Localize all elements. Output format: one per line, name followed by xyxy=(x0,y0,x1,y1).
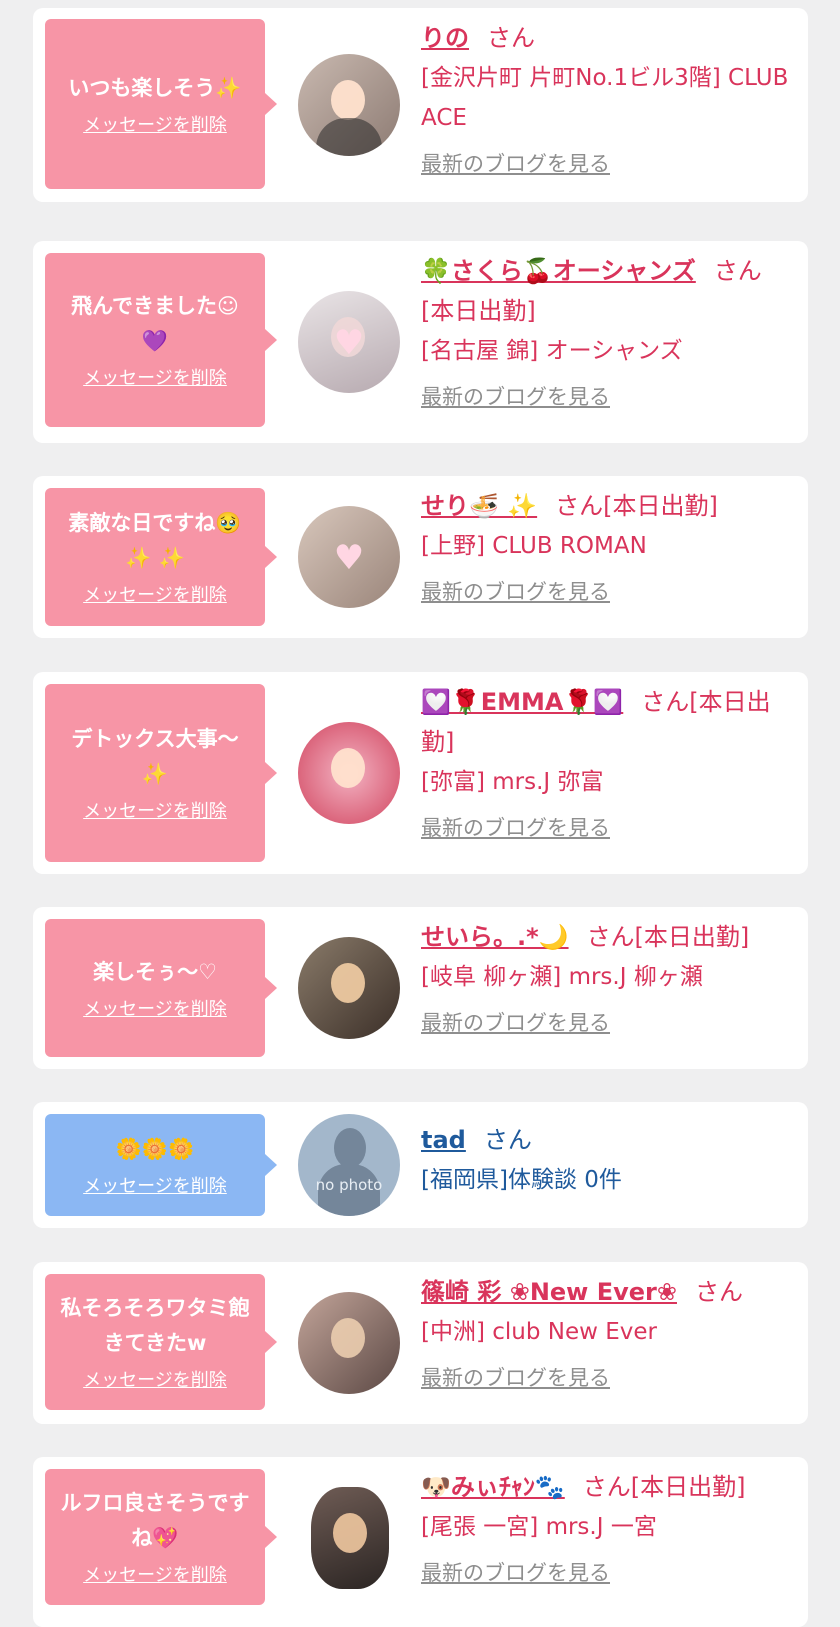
latest-blog-link[interactable]: 最新のブログを見る xyxy=(421,1009,610,1037)
avatar[interactable] xyxy=(298,722,400,824)
delete-message-link[interactable]: メッセージを削除 xyxy=(83,800,227,824)
name-line: tad さん xyxy=(421,1120,791,1160)
heart-sticker-icon: ♥ xyxy=(333,538,365,578)
latest-blog-link[interactable]: 最新のブログを見る xyxy=(421,578,610,606)
message-bubble: 飛んできました☺ 💜 メッセージを削除 xyxy=(45,253,277,427)
avatar[interactable]: ♥ xyxy=(298,291,400,393)
message-text: 楽しそぅ〜♡ xyxy=(93,959,217,984)
latest-blog-link[interactable]: 最新のブログを見る xyxy=(421,814,610,842)
user-name-link[interactable]: 💟🌹EMMA🌹💟 xyxy=(421,688,623,716)
message-bubble: 楽しそぅ〜♡ メッセージを削除 xyxy=(45,919,277,1057)
shop-info: [名古屋 錦] オーシャンズ xyxy=(421,338,683,364)
message-text: ルフロ良さそうですね💖 xyxy=(60,1491,250,1550)
name-suffix: さん xyxy=(487,24,535,52)
user-name-link[interactable]: tad xyxy=(421,1126,466,1154)
message-card: 私そろそろワタミ飽きてきたw メッセージを削除 篠崎 彩 ❀New Ever❀ さ… xyxy=(33,1262,808,1424)
avatar[interactable] xyxy=(311,1487,389,1589)
shop-info: [弥富] mrs.J 弥富 xyxy=(421,769,604,795)
message-bubble: 🌼🌼🌼 メッセージを削除 xyxy=(45,1114,277,1216)
user-info: 篠崎 彩 ❀New Ever❀ さん [中洲] club New Ever 最新の… xyxy=(421,1272,791,1392)
name-line: せいら。.*🌙 さん[本日出勤] xyxy=(421,917,791,957)
message-card: デトックス大事〜 ✨ メッセージを削除 💟🌹EMMA🌹💟 さん[本日出勤] [弥富… xyxy=(33,672,808,874)
name-suffix: さん[本日出勤] xyxy=(586,923,750,951)
name-suffix: さん xyxy=(694,1278,743,1306)
user-info: 🍀さくら🍒オーシャンズ さん[本日出勤] [名古屋 錦] オーシャンズ 最新のブロ… xyxy=(421,251,791,411)
user-name-link[interactable]: せいら。.*🌙 xyxy=(421,923,569,951)
message-card: 素敵な日ですね🥹 ✨ ✨ メッセージを削除 ♥ せり🍜 ✨ さん[本日出勤] [上… xyxy=(33,476,808,638)
user-name-link[interactable]: 🐶みぃﾁｬﾝ🐾 xyxy=(421,1473,565,1501)
shop-info: [金沢片町 片町No.1ビル3階] CLUB ACE xyxy=(421,65,789,131)
message-bubble: ルフロ良さそうですね💖 メッセージを削除 xyxy=(45,1469,277,1605)
name-line: 🐶みぃﾁｬﾝ🐾 さん[本日出勤] xyxy=(421,1467,791,1507)
avatar-face xyxy=(331,80,365,120)
latest-blog-link[interactable]: 最新のブログを見る xyxy=(421,150,610,178)
delete-message-link[interactable]: メッセージを削除 xyxy=(83,1564,227,1588)
message-bubble: 私そろそろワタミ飽きてきたw メッセージを削除 xyxy=(45,1274,277,1410)
shop-info: [尾張 一宮] mrs.J 一宮 xyxy=(421,1514,657,1540)
delete-message-link[interactable]: メッセージを削除 xyxy=(83,1175,227,1199)
delete-message-link[interactable]: メッセージを削除 xyxy=(83,1369,227,1393)
avatar-body xyxy=(316,118,382,156)
user-info: りの さん [金沢片町 片町No.1ビル3階] CLUB ACE 最新のブログを見… xyxy=(421,18,791,178)
no-photo-avatar[interactable]: no photo xyxy=(298,1114,400,1216)
name-suffix: さん[本日出勤] xyxy=(582,1473,746,1501)
avatar[interactable] xyxy=(298,1292,400,1394)
user-name-link[interactable]: 篠崎 彩 ❀New Ever❀ xyxy=(421,1278,677,1306)
message-text: デトックス大事〜 ✨ xyxy=(71,727,239,786)
message-card: ルフロ良さそうですね💖 メッセージを削除 🐶みぃﾁｬﾝ🐾 さん[本日出勤] [尾張… xyxy=(33,1457,808,1627)
avatar[interactable]: ♥ xyxy=(298,506,400,608)
name-line: 🍀さくら🍒オーシャンズ さん[本日出勤] xyxy=(421,251,791,331)
latest-blog-link[interactable]: 最新のブログを見る xyxy=(421,383,610,411)
avatar-face xyxy=(331,748,365,788)
name-line: りの さん xyxy=(421,18,791,58)
message-text: 飛んできました☺ 💜 xyxy=(71,294,239,353)
name-suffix: さん[本日出勤] xyxy=(555,492,718,520)
name-line: 💟🌹EMMA🌹💟 さん[本日出勤] xyxy=(421,682,791,762)
message-text: 素敵な日ですね🥹 ✨ ✨ xyxy=(68,511,242,570)
message-card: 飛んできました☺ 💜 メッセージを削除 ♥ 🍀さくら🍒オーシャンズ さん[本日出勤… xyxy=(33,241,808,443)
message-bubble: デトックス大事〜 ✨ メッセージを削除 xyxy=(45,684,277,862)
shop-info: [中洲] club New Ever xyxy=(421,1319,658,1345)
delete-message-link[interactable]: メッセージを削除 xyxy=(83,584,227,608)
avatar-face xyxy=(333,1513,367,1553)
user-name-link[interactable]: 🍀さくら🍒オーシャンズ xyxy=(421,257,696,285)
user-info: 💟🌹EMMA🌹💟 さん[本日出勤] [弥富] mrs.J 弥富 最新のブログを見る xyxy=(421,682,791,842)
user-info: せいら。.*🌙 さん[本日出勤] [岐阜 柳ヶ瀬] mrs.J 柳ヶ瀬 最新のブロ… xyxy=(421,917,791,1037)
user-info: 🐶みぃﾁｬﾝ🐾 さん[本日出勤] [尾張 一宮] mrs.J 一宮 最新のブログを… xyxy=(421,1467,791,1587)
message-card: 楽しそぅ〜♡ メッセージを削除 せいら。.*🌙 さん[本日出勤] [岐阜 柳ヶ瀬]… xyxy=(33,907,808,1069)
avatar[interactable] xyxy=(298,937,400,1039)
latest-blog-link[interactable]: 最新のブログを見る xyxy=(421,1559,610,1587)
user-info: tad さん [福岡県]体験談 0件 xyxy=(421,1120,791,1200)
delete-message-link[interactable]: メッセージを削除 xyxy=(83,114,227,138)
no-photo-label: no photo xyxy=(315,1176,383,1194)
name-line: せり🍜 ✨ さん[本日出勤] xyxy=(421,486,791,526)
avatar-face xyxy=(331,1318,365,1358)
message-card: いつも楽しそう✨ メッセージを削除 りの さん [金沢片町 片町No.1ビル3階]… xyxy=(33,8,808,202)
latest-blog-link[interactable]: 最新のブログを見る xyxy=(421,1364,610,1392)
delete-message-link[interactable]: メッセージを削除 xyxy=(83,367,227,391)
message-card: 🌼🌼🌼 メッセージを削除 no photo tad さん [福岡県]体験談 0件 xyxy=(33,1102,808,1228)
delete-message-link[interactable]: メッセージを削除 xyxy=(83,998,227,1022)
shop-info: [上野] CLUB ROMAN xyxy=(421,533,647,559)
shop-info: [福岡県]体験談 0件 xyxy=(421,1167,622,1193)
message-text: 🌼🌼🌼 xyxy=(115,1136,195,1161)
heart-sticker-icon: ♥ xyxy=(333,323,365,363)
message-bubble: いつも楽しそう✨ メッセージを削除 xyxy=(45,19,277,189)
message-text: いつも楽しそう✨ xyxy=(68,75,242,100)
user-info: せり🍜 ✨ さん[本日出勤] [上野] CLUB ROMAN 最新のブログを見る xyxy=(421,486,791,606)
user-name-link[interactable]: りの xyxy=(421,24,469,52)
silhouette-head xyxy=(334,1128,366,1168)
message-text: 私そろそろワタミ飽きてきたw xyxy=(60,1296,250,1355)
name-suffix: さん xyxy=(483,1126,532,1154)
avatar[interactable] xyxy=(298,54,400,156)
message-bubble: 素敵な日ですね🥹 ✨ ✨ メッセージを削除 xyxy=(45,488,277,626)
name-line: 篠崎 彩 ❀New Ever❀ さん xyxy=(421,1272,791,1312)
user-name-link[interactable]: せり🍜 ✨ xyxy=(421,492,537,520)
shop-info: [岐阜 柳ヶ瀬] mrs.J 柳ヶ瀬 xyxy=(421,964,703,990)
avatar-face xyxy=(331,963,365,1003)
